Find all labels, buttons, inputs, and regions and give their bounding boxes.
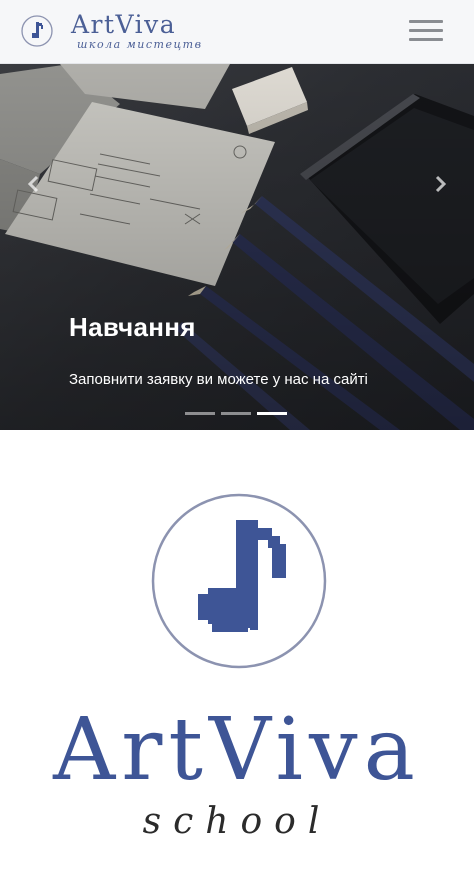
logo-subtitle: school bbox=[142, 801, 332, 842]
slide-title: Навчання bbox=[69, 312, 196, 342]
hamburger-icon[interactable] bbox=[409, 20, 443, 44]
indicator-slide-1[interactable] bbox=[185, 412, 215, 415]
music-note-icon[interactable] bbox=[21, 15, 53, 47]
brand-tagline: школа мистецтв bbox=[77, 38, 203, 51]
chevron-left-icon[interactable] bbox=[24, 174, 44, 194]
music-note-icon bbox=[151, 493, 327, 669]
chevron-right-icon[interactable] bbox=[430, 174, 450, 194]
site-header: ArtViva школа мистецтв bbox=[0, 0, 474, 64]
indicator-slide-3[interactable] bbox=[257, 412, 287, 415]
hero-carousel: Навчання Заповнити заявку ви можете у на… bbox=[0, 64, 474, 430]
indicator-slide-2[interactable] bbox=[221, 412, 251, 415]
brand-name: ArtViva bbox=[71, 10, 177, 39]
logo-wordmark: ArtViva bbox=[53, 700, 421, 800]
brand[interactable]: ArtViva школа мистецтв bbox=[71, 11, 202, 51]
slide-caption: Заповнити заявку ви можете у нас на сайт… bbox=[69, 371, 368, 388]
